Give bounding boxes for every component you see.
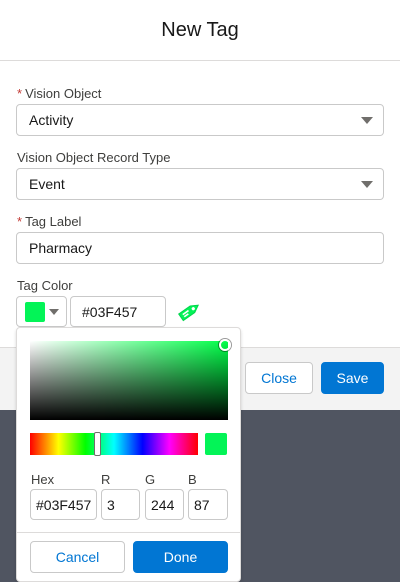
color-preview [205, 433, 227, 455]
required-marker: * [17, 86, 23, 101]
modal-title: New Tag [161, 18, 239, 41]
save-button[interactable]: Save [321, 362, 384, 394]
record-type-value: Event [29, 176, 65, 192]
hex-label: Hex [31, 472, 55, 487]
picker-divider [17, 532, 240, 533]
g-input[interactable]: 244 [145, 489, 184, 520]
b-input[interactable]: 87 [188, 489, 228, 520]
vision-object-value: Activity [29, 112, 74, 128]
b-label: B [188, 472, 197, 487]
hue-slider[interactable] [30, 433, 198, 455]
vision-object-select[interactable]: Activity [16, 104, 384, 136]
color-swatch [25, 302, 45, 322]
color-picker-popover: Hex R G B #03F457 3 244 87 Cancel Done [16, 327, 241, 582]
vision-object-label: * Vision Object [17, 86, 101, 101]
record-type-label-text: Vision Object Record Type [17, 150, 171, 165]
tag-color-label-text: Tag Color [17, 278, 73, 293]
tag-label-label: * Tag Label [17, 214, 81, 229]
chevron-down-icon [361, 181, 373, 188]
record-type-select[interactable]: Event [16, 168, 384, 200]
saturation-thumb[interactable] [219, 339, 231, 351]
done-button[interactable]: Done [133, 541, 228, 573]
tag-color-hex-value: #03F457 [82, 303, 138, 320]
color-swatch-button[interactable] [16, 296, 67, 327]
tag-label-value: Pharmacy [29, 240, 93, 256]
tag-label-label-text: Tag Label [25, 214, 82, 229]
modal-header: New Tag [0, 0, 400, 61]
r-input[interactable]: 3 [101, 489, 140, 520]
tag-label-input[interactable]: Pharmacy [16, 232, 384, 264]
tag-color-label: Tag Color [17, 278, 73, 293]
hex-input[interactable]: #03F457 [30, 489, 97, 520]
tag-icon [177, 304, 200, 322]
required-marker: * [17, 214, 23, 229]
saturation-area[interactable] [30, 341, 228, 420]
vision-object-label-text: Vision Object [25, 86, 102, 101]
record-type-label: Vision Object Record Type [17, 150, 170, 165]
tag-color-hex-input[interactable]: #03F457 [70, 296, 166, 327]
g-label: G [145, 472, 156, 487]
chevron-down-icon [361, 117, 373, 124]
close-button[interactable]: Close [245, 362, 313, 394]
chevron-down-icon [49, 309, 59, 315]
hue-thumb[interactable] [94, 432, 101, 456]
r-label: R [101, 472, 111, 487]
cancel-button[interactable]: Cancel [30, 541, 125, 573]
